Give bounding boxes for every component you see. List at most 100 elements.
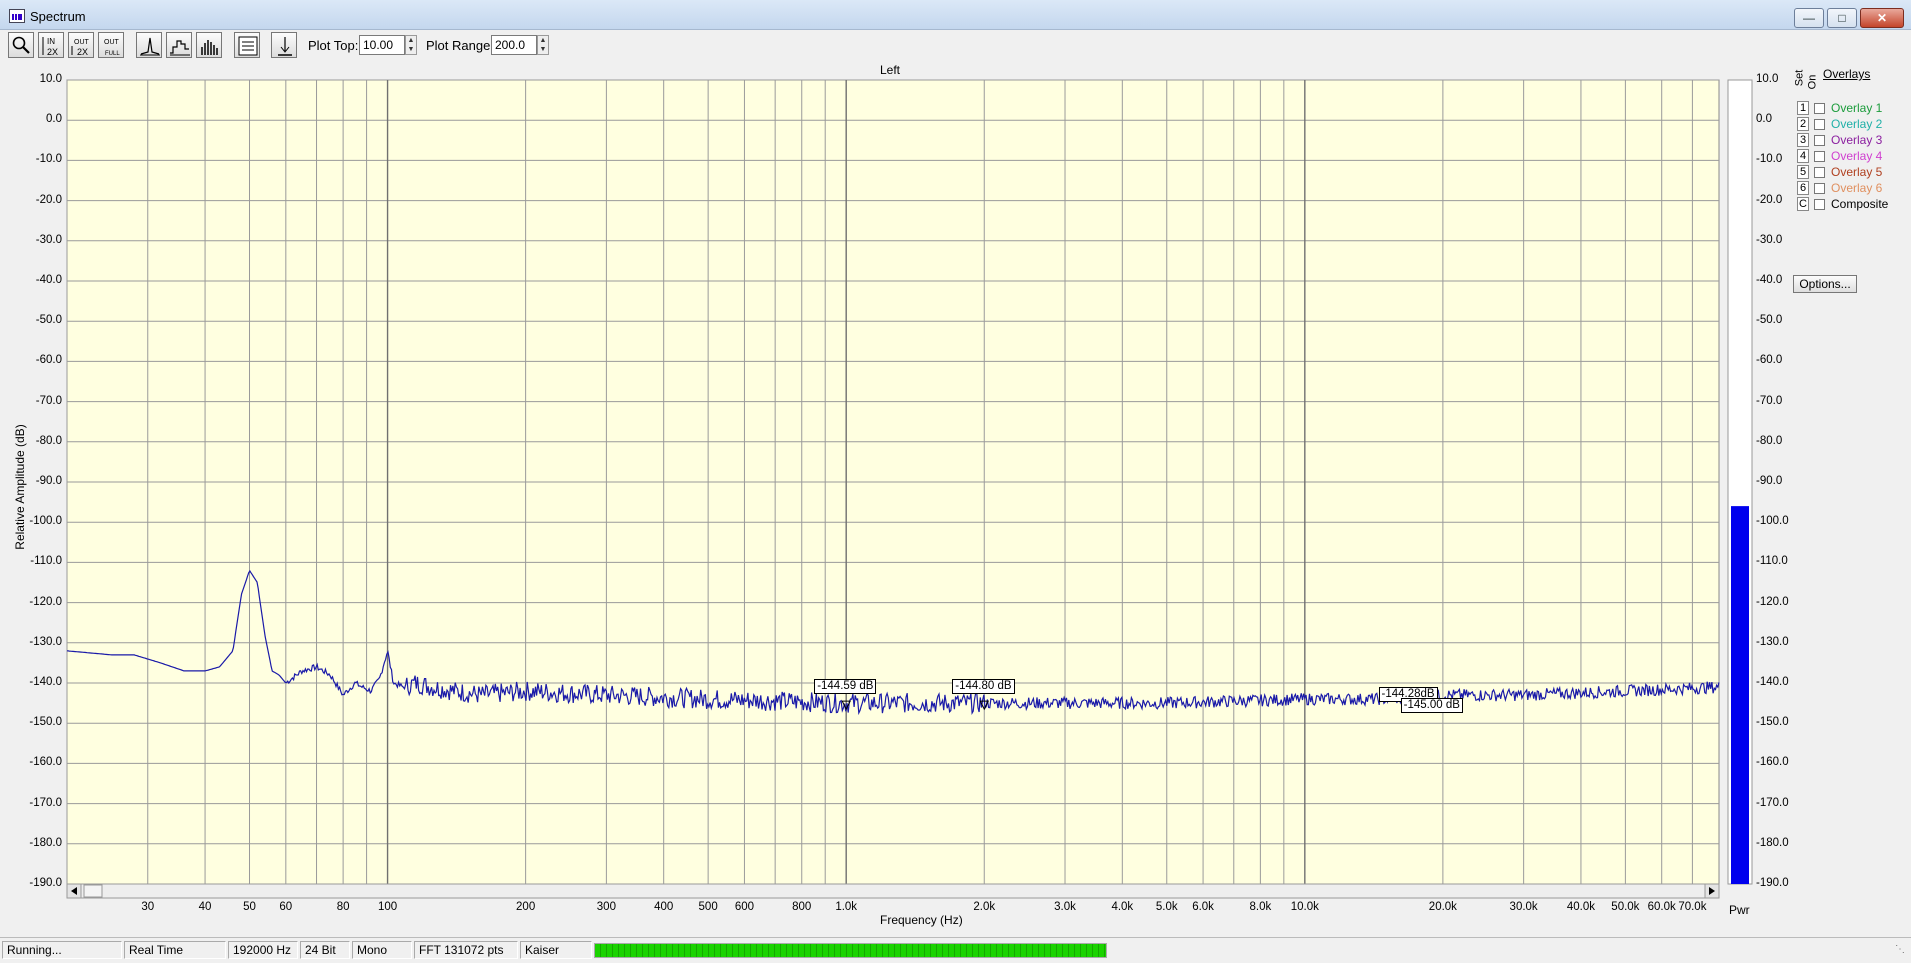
overlay-set-button[interactable]: C — [1797, 197, 1809, 211]
peak-marker-label[interactable]: -144.80 dB — [952, 679, 1015, 695]
peak-marker-label[interactable]: -144.59 dB — [814, 679, 877, 695]
power-meter-bar — [1731, 506, 1749, 884]
plot-top-input[interactable]: 10.00 — [359, 35, 405, 55]
y-tick-label: 10.0 — [39, 73, 62, 85]
zoom-in-2x-button[interactable]: IN 2X — [38, 32, 64, 58]
y-tick-label: -20.0 — [35, 193, 62, 206]
svg-text:OUT: OUT — [104, 39, 120, 46]
maximize-button[interactable]: □ — [1827, 8, 1857, 28]
y-tick-label: -30.0 — [35, 233, 62, 246]
bars-icon — [201, 40, 218, 55]
plot-top-label: Plot Top: — [308, 38, 359, 53]
status-window-function: Kaiser — [520, 941, 592, 959]
svg-text:2X: 2X — [77, 47, 88, 57]
svg-text:2X: 2X — [47, 47, 58, 57]
y-tick-label: -150.0 — [29, 716, 62, 729]
magnifier-icon — [12, 36, 30, 54]
peak-marker-label[interactable]: -145.00 dB — [1400, 698, 1463, 714]
zoom-out-2x-button[interactable]: OUT 2X — [68, 32, 94, 58]
info-button[interactable] — [234, 32, 260, 58]
power-meter-tick-label: -90.0 — [1756, 475, 1783, 487]
y-tick-label: -110.0 — [30, 555, 62, 568]
overlay-set-button[interactable]: 2 — [1797, 117, 1809, 131]
y-tick-label: -70.0 — [35, 394, 62, 407]
marker-button[interactable] — [271, 32, 297, 58]
input-level-meter — [594, 943, 1107, 958]
power-meter-tick-label: -160.0 — [1756, 756, 1789, 769]
power-meter-tick-label: -170.0 — [1756, 796, 1789, 809]
overlay-label: Overlay 3 — [1831, 133, 1883, 147]
overlays-on-column-label: On — [1806, 74, 1819, 90]
zoom-out-2x-icon: OUT2X — [71, 39, 90, 57]
overlay-set-button[interactable]: 4 — [1797, 149, 1809, 163]
overlay-label: Overlay 4 — [1831, 149, 1883, 163]
power-meter-tick-label: -80.0 — [1756, 434, 1783, 447]
overlay-set-button[interactable]: 1 — [1797, 101, 1809, 115]
y-tick-label: -40.0 — [35, 274, 62, 286]
x-tick-label: 60 — [279, 901, 293, 913]
x-tick-label: 30.0k — [1509, 901, 1538, 913]
overlay-set-button[interactable]: 3 — [1797, 133, 1809, 147]
overlay-options-button[interactable]: Options... — [1793, 275, 1857, 293]
x-tick-label: 100 — [377, 901, 398, 913]
power-meter-tick-label: -180.0 — [1756, 836, 1789, 849]
overlay-set-button[interactable]: 6 — [1797, 181, 1809, 195]
power-meter-tick-label: -20.0 — [1756, 193, 1783, 206]
plot-range-input[interactable]: 200.0 — [491, 35, 537, 55]
minimize-button[interactable]: — — [1794, 8, 1824, 28]
x-tick-label: 10.0k — [1290, 901, 1319, 913]
power-meter-tick-label: -120.0 — [1756, 595, 1789, 608]
status-bit-depth: 24 Bit — [300, 941, 350, 959]
power-meter-tick-label: -190.0 — [1756, 877, 1789, 889]
power-meter-tick-label: -40.0 — [1756, 274, 1783, 286]
power-meter-tick-label: 10.0 — [1756, 73, 1779, 85]
overlay-on-checkbox[interactable] — [1814, 151, 1825, 162]
power-meter-tick-label: -60.0 — [1756, 354, 1783, 367]
close-button[interactable]: ✕ — [1860, 8, 1904, 28]
zoom-button[interactable] — [8, 32, 34, 58]
title-bar: Spectrum — □ ✕ — [0, 0, 1911, 30]
channel-title: Left — [880, 63, 901, 77]
overlay-on-checkbox[interactable] — [1814, 183, 1825, 194]
y-tick-label: -50.0 — [35, 314, 62, 327]
power-meter-tick-label: -110.0 — [1756, 555, 1788, 568]
overlay-label: Composite — [1831, 197, 1889, 211]
overlay-on-checkbox[interactable] — [1814, 103, 1825, 114]
spectrum-app-icon — [9, 9, 25, 23]
overlay-on-checkbox[interactable] — [1814, 119, 1825, 130]
x-tick-label: 20.0k — [1428, 901, 1457, 913]
power-meter-tick-label: -130.0 — [1756, 635, 1789, 648]
window-title: Spectrum — [30, 9, 86, 24]
plot-top-spinner[interactable]: ▲ ▼ — [405, 35, 417, 55]
x-tick-label: 1.0k — [835, 901, 858, 913]
x-tick-label: 600 — [734, 901, 755, 913]
plot-range-spinner[interactable]: ▲ ▼ — [537, 35, 549, 55]
marker-icon — [278, 37, 292, 56]
status-state: Running... — [2, 941, 122, 959]
resize-grip-icon[interactable]: ⋱ — [1895, 944, 1907, 956]
overlay-set-button[interactable]: 5 — [1797, 165, 1809, 179]
y-tick-label: -120.0 — [29, 595, 62, 608]
overlay-on-checkbox[interactable] — [1814, 135, 1825, 146]
scrollbar-thumb — [83, 884, 103, 898]
overlay-on-checkbox[interactable] — [1814, 199, 1825, 210]
y-tick-label: -140.0 — [29, 676, 62, 688]
x-tick-label: 70.0k — [1678, 901, 1707, 913]
power-meter-tick-label: -150.0 — [1756, 716, 1789, 729]
overlay-label: Overlay 5 — [1831, 165, 1883, 179]
status-mode: Real Time — [124, 941, 226, 959]
spectrum-panel: Left 10.0 0.0 -10.0 -20.0 -30.0 -40.0 -50.0 -60… — [0, 60, 1911, 935]
y-axis-title: Relative Amplitude (dB) — [13, 424, 27, 550]
bar-mode-button[interactable] — [196, 32, 222, 58]
x-tick-label: 300 — [596, 901, 616, 913]
plot-range-label: Plot Range: — [426, 38, 494, 53]
x-axis-title: Frequency (Hz) — [880, 913, 963, 927]
status-fft-size: FFT 131072 pts — [414, 941, 518, 959]
overlays-set-column-label: Set — [1793, 69, 1806, 87]
peak-mode-button[interactable] — [136, 32, 162, 58]
x-tick-label: 3.0k — [1054, 901, 1076, 913]
overlay-on-checkbox[interactable] — [1814, 167, 1825, 178]
zoom-out-full-button[interactable]: OUT FULL — [98, 32, 124, 58]
line-mode-button[interactable] — [166, 32, 192, 58]
y-tick-label: 0.0 — [46, 113, 62, 126]
